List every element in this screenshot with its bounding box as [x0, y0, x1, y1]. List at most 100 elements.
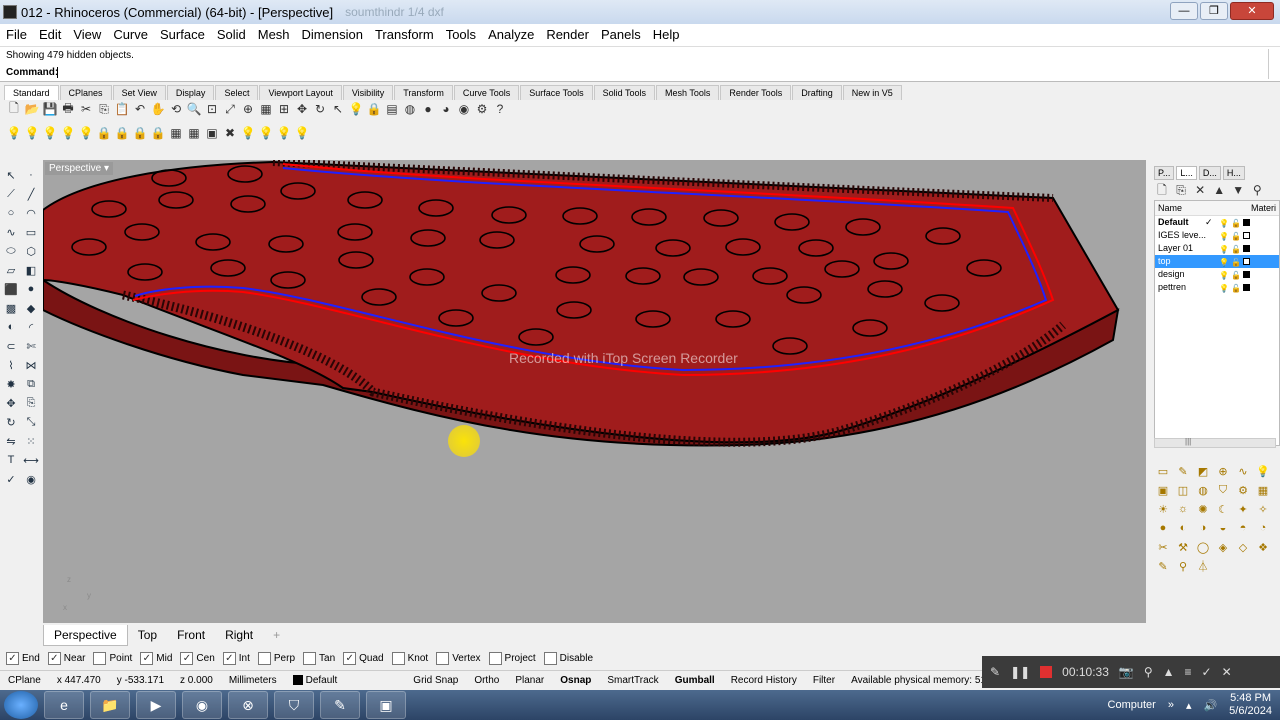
- osnap-checkbox[interactable]: [93, 651, 107, 665]
- close-recorder-icon[interactable]: ✕: [1222, 665, 1232, 679]
- menu-surface[interactable]: Surface: [154, 24, 211, 46]
- block-icon[interactable]: ▣: [1154, 481, 1172, 499]
- panel-tab-2[interactable]: D...: [1198, 166, 1221, 180]
- sphere-tool-icon[interactable]: ◍: [1194, 481, 1212, 499]
- undo-icon[interactable]: ↶: [132, 101, 148, 117]
- osnap-mid[interactable]: ✓ Mid: [140, 651, 172, 665]
- osnap-checkbox[interactable]: ✓: [6, 651, 19, 665]
- lock-swap-icon[interactable]: 🔒: [132, 125, 148, 141]
- layer-row[interactable]: pettren 💡 🔓: [1155, 281, 1279, 294]
- tool-b-icon[interactable]: ⚒: [1174, 538, 1192, 556]
- layer-color-swatch[interactable]: [1243, 232, 1250, 239]
- filter-toggle[interactable]: Filter: [805, 675, 843, 686]
- offset-icon[interactable]: ⊂: [2, 337, 20, 355]
- add-viewport-icon[interactable]: +: [263, 625, 290, 645]
- analyze-icon[interactable]: ✓: [2, 470, 20, 488]
- scale-icon[interactable]: ⤡: [22, 413, 40, 431]
- text-icon[interactable]: T: [2, 451, 20, 469]
- render-e-icon[interactable]: ◓: [1234, 519, 1252, 537]
- viewport-tab-front[interactable]: Front: [167, 625, 215, 645]
- render-sphere-icon[interactable]: ●: [420, 101, 436, 117]
- snap-icon[interactable]: ⊕: [1214, 462, 1232, 480]
- bulb-d-icon[interactable]: ☾: [1214, 500, 1232, 518]
- pan-icon[interactable]: ✋: [150, 101, 166, 117]
- arc-icon[interactable]: ◠: [22, 204, 40, 222]
- color-wheel-icon[interactable]: ◍: [402, 101, 418, 117]
- rotate-icon[interactable]: ↻: [312, 101, 328, 117]
- osnap-checkbox[interactable]: ✓: [343, 651, 357, 665]
- move-layer-down-icon[interactable]: ▼: [1230, 182, 1246, 198]
- circle-icon[interactable]: ○: [2, 204, 20, 222]
- select-arrow-icon[interactable]: ↖: [2, 166, 20, 184]
- bulb-f-icon[interactable]: ✧: [1254, 500, 1272, 518]
- osnap-quad[interactable]: ✓ Quad: [343, 651, 384, 665]
- ortho-toggle[interactable]: Ortho: [466, 675, 507, 686]
- point-icon[interactable]: ·: [22, 166, 40, 184]
- open-icon[interactable]: 📂: [24, 101, 40, 117]
- layer-tool-icon[interactable]: ◩: [1194, 462, 1212, 480]
- light-on-icon[interactable]: 💡: [240, 125, 256, 141]
- scroll-thumb[interactable]: |||: [1185, 437, 1191, 446]
- swap-hidden-icon[interactable]: 💡: [60, 125, 76, 141]
- menu-analyze[interactable]: Analyze: [482, 24, 540, 46]
- osnap-tan[interactable]: Tan: [303, 651, 335, 665]
- new-icon[interactable]: 🗋: [6, 101, 22, 117]
- gumball-toggle[interactable]: Gumball: [667, 675, 723, 686]
- copy-icon[interactable]: ⎘: [96, 101, 112, 117]
- camera-icon[interactable]: 📷: [1119, 665, 1134, 679]
- panel-tab-1[interactable]: L...: [1176, 166, 1197, 180]
- cut-icon[interactable]: ✂: [78, 101, 94, 117]
- menu-dimension[interactable]: Dimension: [296, 24, 369, 46]
- extrude-icon[interactable]: ◧: [22, 261, 40, 279]
- stop-record-icon[interactable]: [1040, 666, 1053, 678]
- rotate-view-icon[interactable]: ⟲: [168, 101, 184, 117]
- smarttrack-toggle[interactable]: SmartTrack: [599, 675, 666, 686]
- osnap-checkbox[interactable]: [543, 651, 557, 665]
- print-icon[interactable]: 🖶: [60, 101, 76, 117]
- viewport-tab-top[interactable]: Top: [128, 625, 167, 645]
- group-icon[interactable]: ⧉: [22, 375, 40, 393]
- zoom-selected-icon[interactable]: ⊕: [240, 101, 256, 117]
- osnap-checkbox[interactable]: [391, 651, 405, 665]
- ellipse-icon[interactable]: ⬭: [2, 242, 20, 260]
- menu-curve[interactable]: Curve: [107, 24, 154, 46]
- render-c-icon[interactable]: ◑: [1194, 519, 1212, 537]
- start-button[interactable]: [4, 691, 38, 719]
- minimize-button[interactable]: —: [1170, 2, 1198, 20]
- menu-mesh[interactable]: Mesh: [252, 24, 296, 46]
- render-tool-icon[interactable]: ◉: [22, 470, 40, 488]
- cube-icon[interactable]: ◫: [1174, 481, 1192, 499]
- light-selected-icon[interactable]: 💡: [294, 125, 310, 141]
- grid-tool-icon[interactable]: ▦: [1254, 481, 1272, 499]
- lock-objects-icon[interactable]: 🔒: [96, 125, 112, 141]
- clock[interactable]: 5:48 PM 5/6/2024: [1229, 692, 1272, 718]
- polyline-icon[interactable]: ⟋: [2, 185, 20, 203]
- array-icon[interactable]: ⁙: [22, 432, 40, 450]
- panel-tab-0[interactable]: P...: [1154, 166, 1175, 180]
- units-label[interactable]: Millimeters: [221, 675, 285, 686]
- help-icon[interactable]: ?: [492, 101, 508, 117]
- menu-file[interactable]: File: [0, 24, 33, 46]
- menu-view[interactable]: View: [67, 24, 107, 46]
- perspective-viewport[interactable]: Perspective ▾ Recorded with iTop Screen …: [43, 160, 1146, 623]
- osnap-vertex[interactable]: Vertex: [436, 651, 481, 665]
- options-icon[interactable]: ⚙: [474, 101, 490, 117]
- tool-f-icon[interactable]: ❖: [1254, 538, 1272, 556]
- layer-lock-icon[interactable]: 🔓: [1231, 282, 1241, 295]
- delete-hidden-icon[interactable]: ✖: [222, 125, 238, 141]
- boolean-icon[interactable]: ◐: [2, 318, 20, 336]
- tool-a-icon[interactable]: ✂: [1154, 538, 1172, 556]
- grid-snap-toggle[interactable]: Grid Snap: [405, 675, 466, 686]
- tool-d-icon[interactable]: ◈: [1214, 538, 1232, 556]
- osnap-checkbox[interactable]: ✓: [222, 651, 236, 665]
- osnap-toggle[interactable]: Osnap: [552, 675, 599, 686]
- taskbar-app-7[interactable]: ▣: [366, 691, 406, 719]
- taskbar-app-4[interactable]: ⊗: [228, 691, 268, 719]
- viewport-tab-perspective[interactable]: Perspective: [43, 624, 128, 646]
- viewport-tab-right[interactable]: Right: [215, 625, 263, 645]
- layer-color-swatch[interactable]: [1243, 284, 1250, 291]
- select-hidden-icon[interactable]: ▣: [204, 125, 220, 141]
- bulb-b-icon[interactable]: ☼: [1174, 500, 1192, 518]
- menu-transform[interactable]: Transform: [369, 24, 440, 46]
- edit-icon[interactable]: ✎: [1174, 462, 1192, 480]
